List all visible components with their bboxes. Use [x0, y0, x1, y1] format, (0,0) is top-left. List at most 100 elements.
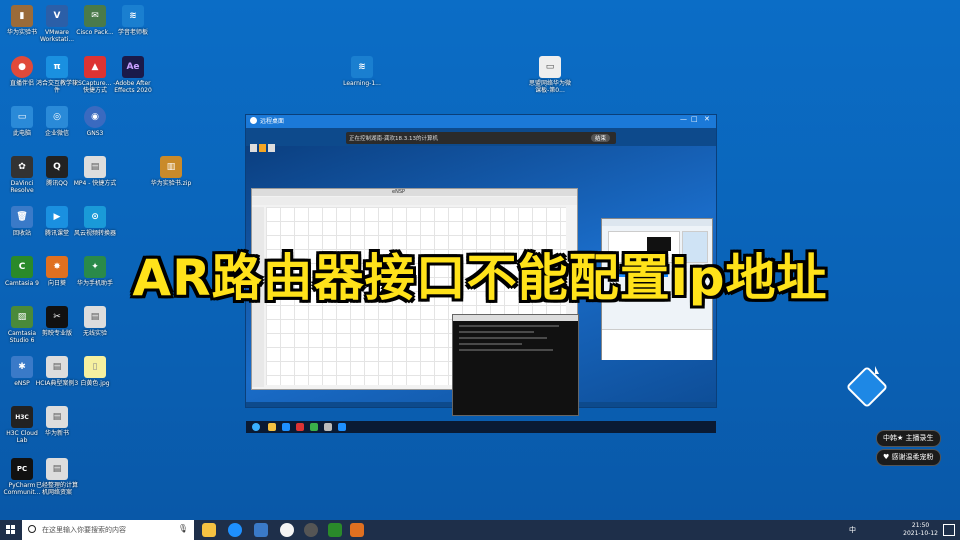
remote-ie-icon[interactable] — [282, 423, 290, 431]
qq-taskbar-icon[interactable] — [304, 523, 318, 537]
remote-app-icon[interactable] — [338, 423, 346, 431]
remote-app-icon — [250, 117, 257, 124]
ensp-toolbar — [252, 197, 577, 205]
desktop-icon-xueyin[interactable]: ≋ 学音老师板 — [111, 5, 155, 36]
remote-folder-icon[interactable] — [268, 423, 276, 431]
desktop-icon-label: 无线实验 — [82, 330, 107, 337]
remote-taskbar — [246, 421, 716, 433]
windows-start-icon[interactable] — [6, 525, 16, 535]
window-file-icon: ▭ — [539, 56, 561, 78]
pycharm-icon: PC — [11, 458, 33, 480]
desktop-icon-label: GNS3 — [86, 130, 104, 137]
microphone-icon[interactable]: 🎙 — [178, 524, 188, 533]
taskbar-clock[interactable]: 21:50 2021-10-12 — [903, 522, 938, 538]
file-explorer-icon[interactable] — [202, 523, 216, 537]
remote-window-titlebar[interactable]: 远程桌面 — □ ✕ — [246, 115, 716, 128]
desktop-icon-label: MP4 - 快捷方式 — [73, 180, 117, 187]
screen-recorder-icon[interactable] — [350, 523, 364, 537]
remote-control-bar[interactable]: 正在控制湖南-龚欢18.3.13的计算机 结束 — [346, 132, 616, 144]
remote-start-icon[interactable] — [252, 423, 260, 431]
image-file-icon: ▯ — [84, 356, 106, 378]
remote-desktop-icons — [250, 137, 280, 152]
taskbar: 在这里输入你要搜索的内容 🎙 中 21:50 2021-10-12 — [0, 520, 960, 540]
terminal-line — [459, 325, 559, 327]
terminal-line — [459, 337, 547, 339]
desktop-icon-fengyun[interactable]: ⊙ 风云视频转换器 — [73, 206, 117, 237]
file-icon: ▤ — [46, 356, 68, 378]
desktop-icon-label: Learning-1... — [343, 80, 381, 87]
h3c-icon: H3C — [11, 406, 33, 428]
remote-app-icon[interactable] — [310, 423, 318, 431]
folder-icon: ▮ — [11, 5, 33, 27]
desktop-icon-huawei-zip[interactable]: ▥ 华为实验书.zip — [149, 156, 193, 187]
wecom-icon: ◎ — [46, 106, 68, 128]
search-icon — [28, 525, 36, 533]
desktop-icon-white-yellow-jpg[interactable]: ▯ 白黄色.jpg — [73, 356, 117, 387]
desktop-icon-learning[interactable]: ≋ Learning-1... — [340, 56, 384, 87]
clock-time: 21:50 — [911, 522, 930, 529]
maximize-icon[interactable]: □ — [691, 115, 698, 123]
convert-icon: ⊙ — [84, 206, 106, 228]
desktop-icon-label: 思盟网络华为微课板-第0... — [528, 80, 571, 94]
minimize-icon[interactable]: — — [680, 115, 687, 123]
cli-terminal[interactable] — [452, 314, 579, 416]
clock-date: 2021-10-12 — [903, 530, 938, 537]
taskbar-search[interactable]: 在这里输入你要搜索的内容 🎙 — [22, 520, 194, 540]
recycle-bin-icon: 🗑 — [11, 206, 33, 228]
ime-indicator[interactable]: 中 — [849, 525, 856, 535]
edge-icon[interactable] — [228, 523, 242, 537]
pi-icon: π — [46, 56, 68, 78]
desktop-icon-simeng-course[interactable]: ▭ 思盟网络华为微课板-第0... — [528, 56, 572, 94]
qq-icon: Q — [46, 156, 68, 178]
desktop-icon-label: 白黄色.jpg — [80, 380, 110, 387]
after-effects-icon: Ae — [122, 56, 144, 78]
browser-icon[interactable] — [280, 523, 294, 537]
desktop-icon-after-effects[interactable]: Ae Adobe After Effects 2020 — [111, 56, 155, 94]
remote-app-icon[interactable] — [324, 423, 332, 431]
chat-input[interactable] — [602, 329, 712, 360]
terminal-line — [459, 349, 553, 351]
gns3-icon: ◉ — [84, 106, 106, 128]
desktop-icon-huawei-newbook[interactable]: ▤ 华为新书 — [35, 406, 79, 437]
chat-titlebar — [602, 219, 712, 226]
mail-icon: ✉ — [84, 5, 106, 27]
play-icon: ▶ — [46, 206, 68, 228]
terminal-line — [459, 331, 534, 333]
desktop-icon-label: 风云视频转换器 — [73, 230, 116, 237]
search-input[interactable]: 在这里输入你要搜索的内容 — [42, 525, 126, 535]
fscapture-icon: ▲ — [84, 56, 106, 78]
video-headline: AR路由器接口不能配置ip地址 — [132, 249, 828, 307]
close-icon[interactable]: ✕ — [704, 115, 710, 123]
file-icon: ▤ — [46, 458, 68, 480]
file-icon: ▤ — [46, 406, 68, 428]
ensp-titlebar[interactable]: eNSP — [252, 189, 577, 196]
board-icon: ≋ — [122, 5, 144, 27]
remote-app-icon[interactable] — [296, 423, 304, 431]
notification-icon[interactable] — [943, 524, 955, 536]
live-badge: ♥ 感谢温柔宠粉 — [876, 449, 941, 466]
computer-icon: ▭ — [11, 106, 33, 128]
camtasia-taskbar-icon[interactable] — [328, 523, 342, 537]
mouse-cursor-icon — [875, 366, 879, 374]
zip-icon: ▥ — [160, 156, 182, 178]
terminal-titlebar — [453, 315, 578, 321]
desktop-icon-mp4[interactable]: ▤ MP4 - 快捷方式 — [73, 156, 117, 187]
ensp-title: eNSP — [392, 189, 406, 195]
desktop-icon-label: 华为新书 — [44, 430, 69, 437]
remote-window-title: 远程桌面 — [260, 118, 285, 125]
desktop-icon-wireless-lab[interactable]: ▤ 无线实验 — [73, 306, 117, 337]
control-status-text: 正在控制湖南-龚欢18.3.13的计算机 — [349, 136, 438, 142]
desktop-icon-gns3[interactable]: ◉ GNS3 — [73, 106, 117, 137]
davinci-icon: ✿ — [11, 156, 33, 178]
desktop-icon-network-archive[interactable]: ▤ 已经整理的计算机网络资案 — [35, 458, 79, 496]
terminal-line — [459, 343, 522, 345]
end-session-button[interactable]: 结束 — [590, 134, 610, 142]
board-icon: ≋ — [351, 56, 373, 78]
desktop-icon-label: 华为实验书.zip — [150, 180, 192, 187]
app-icon[interactable] — [254, 523, 268, 537]
live-badge: 中韩★ 主播录生 — [876, 430, 941, 447]
ensp-icon: ✱ — [11, 356, 33, 378]
vmware-icon: V — [46, 5, 68, 27]
desktop-icon-label: Adobe After Effects 2020 — [114, 80, 152, 94]
file-icon: ▤ — [84, 156, 106, 178]
